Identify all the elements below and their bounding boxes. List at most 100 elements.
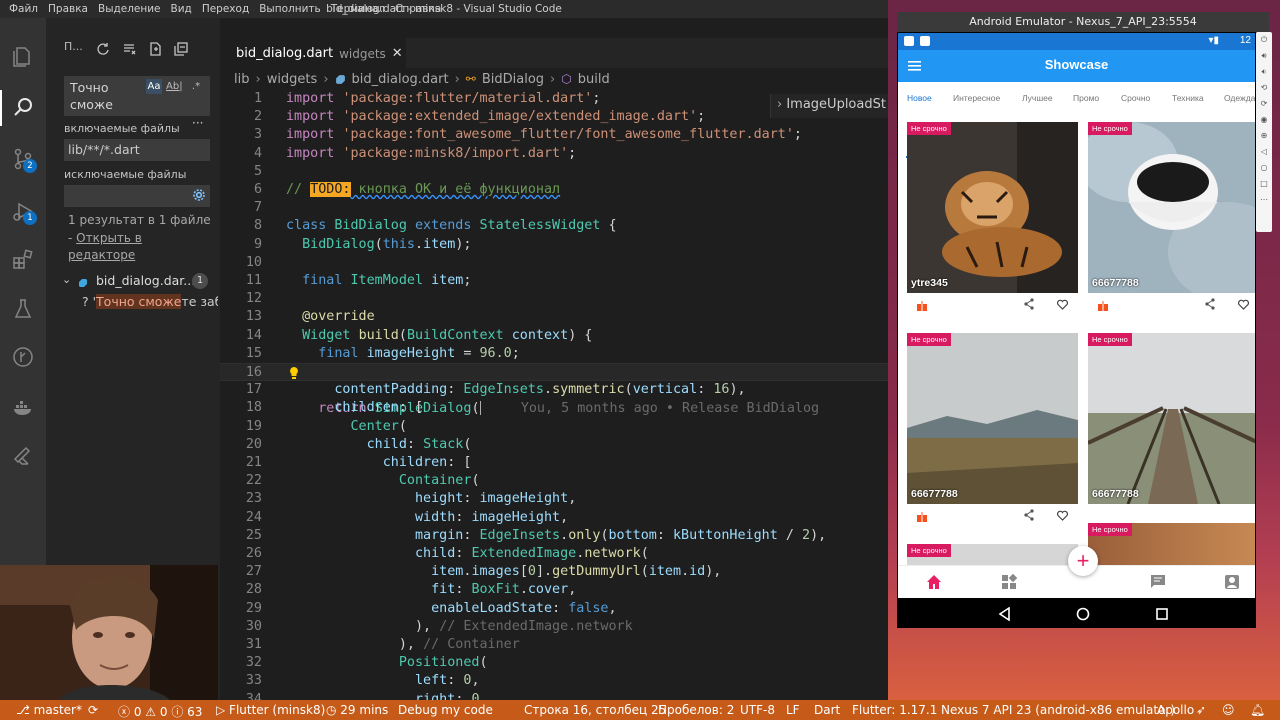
breadcrumb-class[interactable]: BidDialog <box>482 72 544 87</box>
nav-back-icon[interactable] <box>998 606 1012 622</box>
gift-icon[interactable] <box>917 298 927 311</box>
flutter-project-item[interactable]: ▷ Flutter (minsk8) <box>216 703 325 717</box>
heart-icon[interactable] <box>1237 297 1250 310</box>
add-item-fab[interactable]: + <box>1068 546 1098 576</box>
source-control-icon[interactable]: 2 <box>8 144 38 174</box>
feedback-icon[interactable]: ☺ <box>1222 703 1235 717</box>
home-icon[interactable]: ○ <box>1256 160 1272 176</box>
cursor-position[interactable]: Строка 16, столбец 25 <box>524 703 666 717</box>
git-graph-icon[interactable] <box>8 342 38 372</box>
settings-gear-icon[interactable] <box>192 188 206 202</box>
use-regex-toggle[interactable]: .* <box>188 79 204 94</box>
item-card[interactable]: Не срочно 66677788 <box>1088 333 1255 504</box>
flutter-icon[interactable] <box>8 442 38 472</box>
grid-icon[interactable] <box>1001 573 1018 590</box>
tab-urgent[interactable]: Срочно <box>1121 93 1150 103</box>
collapse-all-icon[interactable] <box>174 42 188 56</box>
item-card[interactable]: Не срочно ytre345 <box>907 122 1078 293</box>
result-file-row[interactable]: ⌄ bid_dialog.dar... 1 <box>62 272 210 292</box>
refresh-icon[interactable] <box>96 42 110 56</box>
volume-down-icon[interactable]: 🔉︎ <box>1256 64 1272 80</box>
debug-config-item[interactable]: Debug my code <box>398 703 493 717</box>
overview-icon[interactable]: □ <box>1256 176 1272 192</box>
new-search-editor-icon[interactable] <box>148 42 162 56</box>
back-icon[interactable]: ◁ <box>1256 144 1272 160</box>
language-mode[interactable]: Dart <box>814 703 840 717</box>
rocket-icon[interactable]: ➶ <box>1196 703 1206 717</box>
clear-results-icon[interactable] <box>122 42 136 56</box>
heart-icon[interactable] <box>1056 508 1069 521</box>
result-match-row[interactable]: ? 'Точно сможете заб... <box>82 294 218 314</box>
match-case-toggle[interactable]: Aa <box>146 79 162 94</box>
heart-icon[interactable] <box>1056 297 1069 310</box>
encoding[interactable]: UTF-8 <box>740 703 775 717</box>
breadcrumb-widgets[interactable]: widgets <box>267 72 318 87</box>
tab-bid-dialog[interactable]: bid_dialog.dart widgets ✕ <box>220 38 406 68</box>
testing-flask-icon[interactable] <box>8 294 38 324</box>
messages-icon[interactable] <box>1150 574 1166 590</box>
menu-edit[interactable]: Правка <box>43 3 93 15</box>
tab-interesting[interactable]: Интересное <box>953 93 1000 103</box>
home-icon[interactable] <box>926 574 942 590</box>
apollo-item[interactable]: Apollo <box>1157 703 1194 717</box>
menu-file[interactable]: Файл <box>4 3 43 15</box>
menu-terminal[interactable]: Терминал <box>326 3 390 15</box>
flutter-version[interactable]: Flutter: 1.17.1 <box>852 703 937 717</box>
tab-promo[interactable]: Промо <box>1073 93 1099 103</box>
gift-icon[interactable] <box>1098 298 1108 311</box>
share-icon[interactable] <box>1205 297 1215 310</box>
outline-peek[interactable]: › ImageUploadSt <box>770 94 888 118</box>
zoom-icon[interactable]: ⊕ <box>1256 128 1272 144</box>
tab-clothes[interactable]: Одежда <box>1224 93 1255 103</box>
docker-icon[interactable] <box>8 392 38 422</box>
screen-root: Файл Правка Выделение Вид Переход Выполн… <box>0 0 1280 720</box>
breadcrumb-lib[interactable]: lib <box>234 72 249 87</box>
end-of-line[interactable]: LF <box>786 703 800 717</box>
open-in-editor-link[interactable]: Открыть в редакторе <box>68 231 142 262</box>
indentation[interactable]: Пробелов: 2 <box>658 703 734 717</box>
breadcrumb-file[interactable]: bid_dialog.dart <box>352 72 449 87</box>
camera-icon[interactable]: ◉ <box>1256 112 1272 128</box>
code-editor[interactable]: 1 import 'package:flutter/material.dart';… <box>220 90 888 707</box>
timer-item[interactable]: ◷ 29 mins <box>326 703 388 717</box>
item-card[interactable]: Не срочно 66677788 <box>907 333 1078 504</box>
rotate-left-icon[interactable]: ⟲ <box>1256 80 1272 96</box>
match-whole-word-toggle[interactable]: Ab| <box>166 79 183 94</box>
share-icon[interactable] <box>1024 508 1034 521</box>
git-branch-item[interactable]: ⎇ master* <box>16 703 82 717</box>
volume-up-icon[interactable]: 🔊︎ <box>1256 48 1272 64</box>
menu-help[interactable]: Справка <box>390 3 446 15</box>
exclude-files-input[interactable] <box>64 185 210 207</box>
share-icon[interactable] <box>1024 297 1034 310</box>
sync-icon[interactable]: ⟳ <box>88 703 98 717</box>
gift-icon[interactable] <box>917 509 927 522</box>
rotate-right-icon[interactable]: ⟳ <box>1256 96 1272 112</box>
lightbulb-icon[interactable] <box>288 366 300 380</box>
breadcrumb-method[interactable]: build <box>578 72 610 87</box>
nav-home-icon[interactable] <box>1076 606 1090 621</box>
notifications-bell-icon[interactable]: 🔔︎ <box>1250 703 1265 717</box>
more-icon[interactable]: ⋯ <box>1256 192 1272 208</box>
item-card[interactable]: Не срочно 66677788 <box>1088 122 1255 293</box>
nav-overview-icon[interactable] <box>1155 606 1169 620</box>
search-input[interactable]: Точно сможе Aa Ab| .* <box>64 76 210 116</box>
tab-best[interactable]: Лучшее <box>1022 93 1053 103</box>
tab-new[interactable]: Новое <box>907 93 932 103</box>
search-icon[interactable] <box>8 92 38 122</box>
power-icon[interactable]: ⏻ <box>1256 32 1272 48</box>
explorer-icon[interactable] <box>8 42 38 72</box>
close-icon[interactable]: ✕ <box>392 46 403 61</box>
include-files-input[interactable]: lib/**/*.dart <box>64 139 210 161</box>
menu-selection[interactable]: Выделение <box>93 3 166 15</box>
profile-icon[interactable] <box>1224 574 1240 590</box>
run-debug-icon[interactable]: 1 <box>8 196 38 226</box>
more-options-icon[interactable]: ··· <box>192 116 203 130</box>
menu-run[interactable]: Выполнить <box>254 3 326 15</box>
menu-go[interactable]: Переход <box>197 3 254 15</box>
device-selector[interactable]: Nexus 7 API 23 (android-x86 emulator) <box>941 703 1175 717</box>
menu-view[interactable]: Вид <box>166 3 197 15</box>
tab-tech[interactable]: Техника <box>1172 93 1204 103</box>
problems-item[interactable]: ⓧ 0 ⚠ 0 ⓘ 63 <box>118 703 202 720</box>
extensions-icon[interactable] <box>8 244 38 274</box>
item-card[interactable]: Не срочно <box>1088 523 1255 569</box>
